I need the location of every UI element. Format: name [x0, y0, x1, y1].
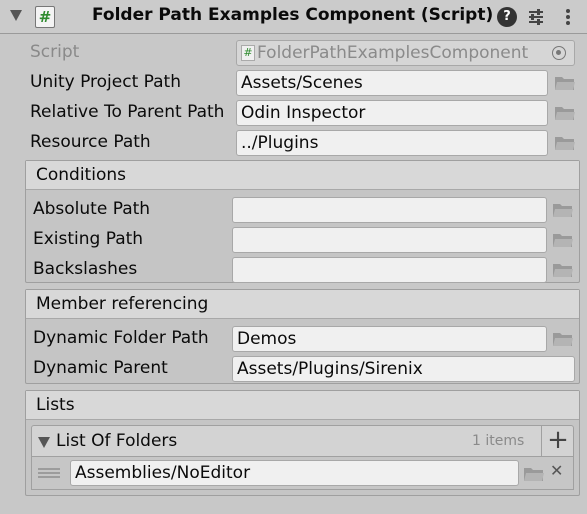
backslashes-row: Backslashes: [26, 255, 579, 283]
dynamic-folder-path-field[interactable]: Demos: [232, 326, 547, 352]
component-title: Folder Path Examples Component (Script): [92, 5, 494, 25]
absolute-path-label: Absolute Path: [33, 199, 151, 219]
unity-project-path-label: Unity Project Path: [30, 72, 181, 92]
script-label: Script: [30, 42, 80, 62]
folder-icon[interactable]: [554, 74, 576, 92]
backslashes-label: Backslashes: [33, 259, 138, 279]
folder-icon[interactable]: [552, 231, 574, 249]
foldout-arrow-icon[interactable]: [10, 10, 22, 21]
folder-icon[interactable]: [523, 465, 545, 483]
list-of-folders-header[interactable]: List Of Folders 1 items +: [31, 425, 574, 457]
member-referencing-box: Member referencing Dynamic Folder Path D…: [25, 289, 580, 384]
item-count: 1 items: [472, 433, 525, 449]
dynamic-folder-path-label: Dynamic Folder Path: [33, 328, 209, 348]
dynamic-parent-field[interactable]: Assets/Plugins/Sirenix: [232, 356, 575, 382]
existing-path-row: Existing Path: [26, 225, 579, 253]
resource-path-row: Resource Path ../Plugins: [0, 128, 587, 156]
drag-handle-icon[interactable]: [38, 468, 60, 480]
inspector-panel: Script # FolderPathExamplesComponent Unit…: [0, 35, 587, 514]
folder-icon[interactable]: [554, 134, 576, 152]
relative-to-parent-path-row: Relative To Parent Path Odin Inspector: [0, 98, 587, 126]
folder-icon[interactable]: [552, 330, 574, 348]
unity-project-path-field[interactable]: Assets/Scenes: [236, 70, 548, 96]
relative-to-parent-path-field[interactable]: Odin Inspector: [236, 100, 548, 126]
script-row: Script # FolderPathExamplesComponent: [0, 38, 587, 66]
backslashes-field[interactable]: [232, 257, 547, 283]
list-of-folders-label: List Of Folders: [56, 431, 178, 451]
lists-box: Lists List Of Folders 1 items + Assembli…: [25, 390, 580, 496]
lists-header: Lists: [26, 391, 579, 420]
resource-path-field[interactable]: ../Plugins: [236, 130, 548, 156]
component-header: # Folder Path Examples Component (Script…: [0, 0, 587, 34]
menu-icon[interactable]: [558, 7, 578, 27]
dynamic-folder-path-row: Dynamic Folder Path Demos: [26, 324, 579, 352]
script-field[interactable]: # FolderPathExamplesComponent: [236, 40, 575, 66]
relative-to-parent-path-label: Relative To Parent Path: [30, 102, 225, 122]
help-icon[interactable]: ?: [497, 7, 517, 27]
conditions-header: Conditions: [26, 161, 579, 190]
existing-path-field[interactable]: [232, 227, 547, 253]
folder-icon[interactable]: [552, 261, 574, 279]
list-item: Assemblies/NoEditor ✕: [31, 457, 574, 490]
dynamic-parent-label: Dynamic Parent: [33, 358, 168, 378]
absolute-path-field[interactable]: [232, 197, 547, 223]
presets-icon[interactable]: [526, 7, 546, 27]
foldout-arrow-icon[interactable]: [38, 437, 50, 448]
folder-icon[interactable]: [554, 104, 576, 122]
remove-icon[interactable]: ✕: [550, 461, 563, 480]
folder-icon[interactable]: [552, 201, 574, 219]
member-referencing-header: Member referencing: [26, 290, 579, 319]
resource-path-label: Resource Path: [30, 132, 151, 152]
dynamic-parent-row: Dynamic Parent Assets/Plugins/Sirenix: [26, 354, 579, 382]
list-item-field[interactable]: Assemblies/NoEditor: [70, 460, 519, 486]
add-icon[interactable]: +: [542, 426, 574, 456]
absolute-path-row: Absolute Path: [26, 195, 579, 223]
script-icon: #: [35, 6, 55, 28]
unity-project-path-row: Unity Project Path Assets/Scenes: [0, 68, 587, 96]
existing-path-label: Existing Path: [33, 229, 144, 249]
script-value: FolderPathExamplesComponent: [257, 43, 529, 63]
target-icon[interactable]: [552, 46, 566, 60]
script-small-icon: #: [241, 45, 255, 61]
conditions-box: Conditions Absolute Path Existing Path B…: [25, 160, 580, 283]
